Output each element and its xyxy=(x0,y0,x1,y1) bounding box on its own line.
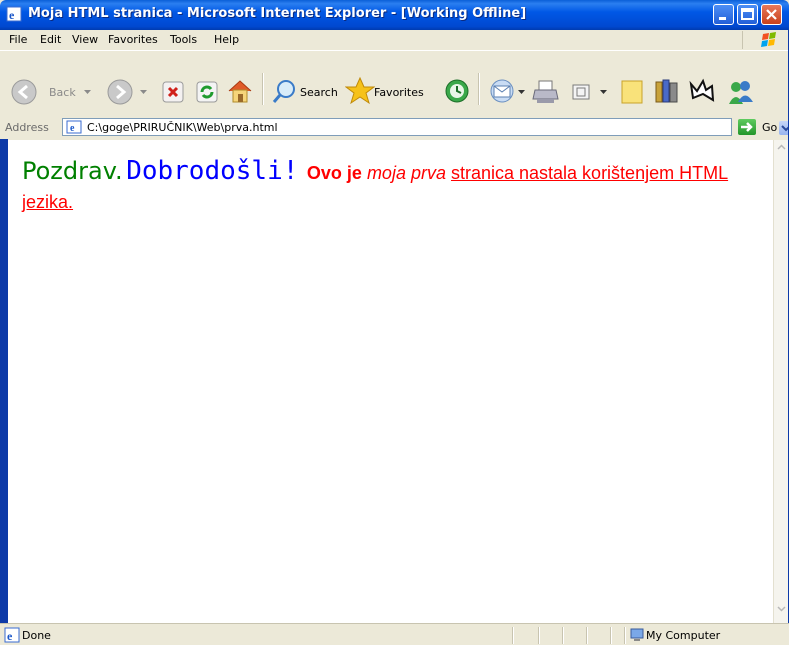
minimize-button[interactable] xyxy=(713,4,734,25)
refresh-icon[interactable] xyxy=(196,81,218,103)
toolbar-separator xyxy=(478,73,480,105)
status-panel-divider xyxy=(586,627,588,644)
chevron-up-icon xyxy=(777,144,786,150)
page-done-icon: e xyxy=(4,627,20,643)
menu-tools[interactable]: Tools xyxy=(170,33,197,46)
toolbar-separator xyxy=(262,73,264,105)
minimize-icon xyxy=(719,17,726,20)
menu-edit[interactable]: Edit xyxy=(40,33,61,46)
go-label[interactable]: Go xyxy=(762,121,777,134)
back-dropdown-icon[interactable] xyxy=(84,90,92,96)
page-icon: e xyxy=(66,120,82,134)
greeting-text: Pozdrav. xyxy=(22,157,123,185)
forward-dropdown-icon[interactable] xyxy=(140,90,148,96)
welcome-text: Dobrodošli! xyxy=(126,156,299,186)
butterfly-icon[interactable] xyxy=(688,76,718,106)
window-border-left xyxy=(0,139,8,623)
windows-flag-icon xyxy=(761,32,776,47)
ie-page-icon: e xyxy=(6,6,22,22)
edit-page-icon[interactable] xyxy=(572,84,590,100)
ie-window: e Moja HTML stranica - Microsoft Interne… xyxy=(0,0,789,645)
address-bar: Address e C:\goge\PRIRUČNIK\Web\prva.htm… xyxy=(0,117,789,139)
close-icon xyxy=(766,9,777,20)
edit-dropdown-icon[interactable] xyxy=(600,90,608,96)
close-button[interactable] xyxy=(761,4,782,25)
go-arrow-icon xyxy=(741,122,753,132)
mail-dropdown-icon[interactable] xyxy=(518,90,526,96)
page-text: Pozdrav. Dobrodošli! Ovo je moja prva st… xyxy=(22,158,752,218)
menu-bar: File Edit View Favorites Tools Help xyxy=(0,30,789,51)
window-title: Moja HTML stranica - Microsoft Internet … xyxy=(28,6,527,21)
search-icon[interactable] xyxy=(272,78,298,104)
back-button-label[interactable]: Back xyxy=(49,86,76,99)
vertical-scrollbar[interactable] xyxy=(773,140,789,623)
back-arrow-icon[interactable] xyxy=(10,78,40,108)
maximize-icon xyxy=(741,8,754,20)
status-panel-divider xyxy=(562,627,564,644)
menu-favorites[interactable]: Favorites xyxy=(108,33,158,46)
scroll-down-button[interactable] xyxy=(774,601,789,616)
research-books-icon[interactable] xyxy=(654,78,680,104)
favorites-star-icon[interactable] xyxy=(345,76,375,106)
mail-icon[interactable] xyxy=(488,79,516,103)
svg-text:e: e xyxy=(7,629,13,643)
forward-arrow-icon[interactable] xyxy=(106,78,136,108)
address-input[interactable]: e C:\goge\PRIRUČNIK\Web\prva.html xyxy=(62,118,789,136)
messenger-icon[interactable] xyxy=(726,78,756,106)
status-bar: e Done My Computer xyxy=(0,623,789,645)
my-computer-icon xyxy=(630,628,644,641)
windows-logo xyxy=(742,31,783,49)
standard-toolbar: Back Search Favorites xyxy=(0,51,789,118)
status-panel-divider xyxy=(512,627,514,644)
bold-text: Ovo je xyxy=(306,163,362,183)
address-url[interactable]: C:\goge\PRIRUČNIK\Web\prva.html xyxy=(87,121,278,134)
favorites-button-label[interactable]: Favorites xyxy=(374,86,424,99)
status-panel-divider xyxy=(610,627,612,644)
stop-icon[interactable] xyxy=(162,81,184,103)
maximize-button[interactable] xyxy=(737,4,758,25)
svg-text:e: e xyxy=(9,8,15,22)
italic-text: moja prva xyxy=(366,163,446,183)
history-icon[interactable] xyxy=(444,78,470,104)
go-button[interactable] xyxy=(738,119,756,135)
menu-view[interactable]: View xyxy=(72,33,98,46)
scroll-up-button[interactable] xyxy=(774,140,789,155)
page-content: Pozdrav. Dobrodošli! Ovo je moja prva st… xyxy=(8,140,773,623)
notes-icon[interactable] xyxy=(620,79,644,105)
menu-file[interactable]: File xyxy=(9,33,27,46)
address-label: Address xyxy=(5,121,49,134)
chevron-down-icon xyxy=(777,606,786,612)
security-zone-text: My Computer xyxy=(646,629,721,642)
search-button-label[interactable]: Search xyxy=(300,86,338,99)
home-icon[interactable] xyxy=(226,78,254,104)
svg-text:e: e xyxy=(70,123,75,134)
status-text: Done xyxy=(22,629,51,642)
print-icon[interactable] xyxy=(532,79,560,105)
menu-help[interactable]: Help xyxy=(214,33,239,46)
title-bar[interactable]: e Moja HTML stranica - Microsoft Interne… xyxy=(0,0,789,30)
status-panel-divider xyxy=(624,627,626,644)
status-panel-divider xyxy=(538,627,540,644)
